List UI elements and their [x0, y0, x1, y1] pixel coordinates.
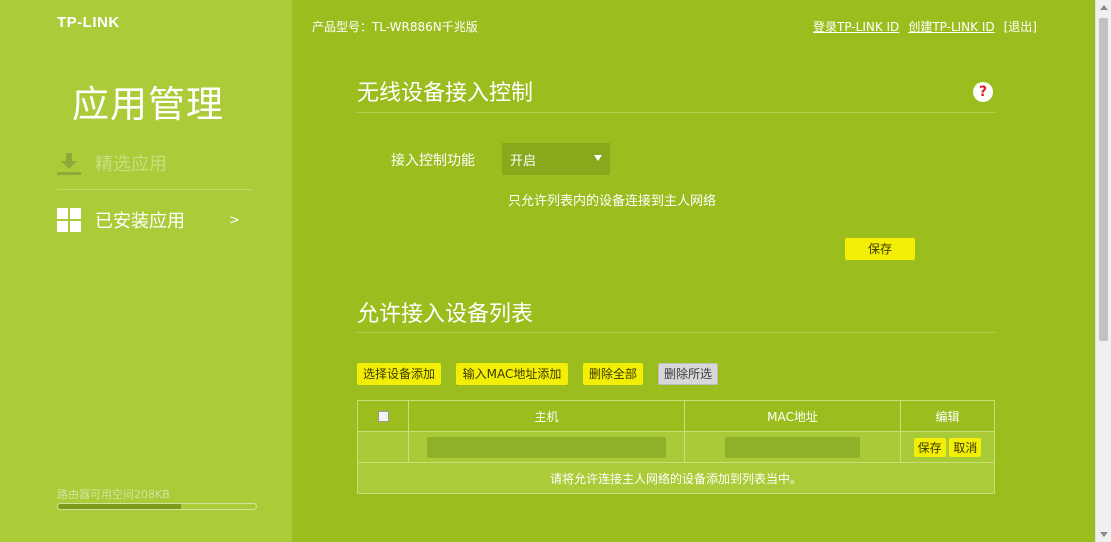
save-button[interactable]: 保存: [845, 238, 915, 260]
sidebar-item-label: 精选应用: [95, 154, 167, 175]
table-row: 请将允许连接主人网络的设备添加到列表当中。: [357, 462, 995, 494]
page-title: 应用管理: [72, 83, 224, 126]
logout-link[interactable]: [退出]: [1004, 18, 1037, 35]
select-value: 开启: [510, 153, 537, 169]
storage-progress-bar: [57, 503, 257, 510]
section-divider: [357, 332, 995, 333]
chevron-right-icon: >: [229, 212, 240, 228]
table-row: 保存 取消: [357, 431, 995, 463]
storage-progress-fill: [58, 504, 181, 509]
scroll-up-icon[interactable]: [1100, 5, 1108, 10]
download-icon: [57, 153, 81, 175]
mac-add-button[interactable]: 输入MAC地址添加: [456, 363, 568, 385]
sidebar-item-featured-apps[interactable]: 精选应用: [57, 139, 252, 187]
allowed-list-title: 允许接入设备列表: [357, 302, 534, 327]
host-column-header: 主机: [408, 400, 685, 432]
edit-column-header: 编辑: [900, 400, 995, 432]
table-header-row: 主机 MAC地址 编辑: [357, 400, 995, 432]
access-control-label: 接入控制功能: [391, 153, 475, 169]
empty-message: 请将允许连接主人网络的设备添加到列表当中。: [357, 462, 995, 494]
select-all-checkbox[interactable]: [377, 411, 389, 422]
sidebar-item-installed-apps[interactable]: 已安装应用 >: [57, 196, 252, 244]
host-cell: [408, 431, 685, 463]
sidebar: TP-LINK 应用管理 精选应用 已安装应用 > 路由器可用空间208KB: [0, 0, 292, 542]
access-control-select[interactable]: 开启: [502, 143, 610, 175]
account-links: 登录TP-LINK ID 创建TP-LINK ID [退出]: [813, 18, 1037, 35]
delete-selected-button[interactable]: 删除所选: [658, 363, 718, 385]
login-link[interactable]: 登录TP-LINK ID: [813, 18, 899, 35]
access-control-hint: 只允许列表内的设备连接到主人网络: [508, 194, 717, 209]
mac-input[interactable]: [725, 436, 860, 458]
create-id-link[interactable]: 创建TP-LINK ID: [908, 18, 994, 35]
page-scrollbar[interactable]: [1095, 0, 1111, 542]
host-input[interactable]: [427, 436, 666, 458]
row-select-cell: [357, 431, 409, 463]
delete-all-button[interactable]: 删除全部: [583, 363, 643, 385]
model-label: 产品型号：TL-WR886N千兆版: [312, 20, 478, 34]
grid-icon: [57, 208, 81, 232]
section-divider: [357, 112, 995, 113]
select-all-cell: [357, 400, 409, 432]
allowed-devices-table: 主机 MAC地址 编辑 保存 取消 请将允许连接主人网络的设备添加到列表当中。: [357, 400, 995, 494]
mac-cell: [684, 431, 901, 463]
select-device-add-button[interactable]: 选择设备添加: [357, 363, 441, 385]
tp-link-logo: TP-LINK: [57, 14, 120, 31]
scrollbar-thumb[interactable]: [1099, 18, 1108, 341]
row-save-button[interactable]: 保存: [913, 437, 946, 457]
access-control-title: 无线设备接入控制: [357, 81, 534, 106]
mac-column-header: MAC地址: [684, 400, 901, 432]
scroll-down-icon[interactable]: [1100, 532, 1108, 537]
storage-label: 路由器可用空间208KB: [57, 488, 170, 501]
edit-cell: 保存 取消: [900, 431, 995, 463]
chevron-down-icon: [594, 155, 602, 161]
row-cancel-button[interactable]: 取消: [949, 437, 982, 457]
sidebar-divider: [57, 189, 252, 190]
sidebar-item-label: 已安装应用: [95, 211, 185, 232]
help-icon[interactable]: ?: [973, 82, 993, 102]
